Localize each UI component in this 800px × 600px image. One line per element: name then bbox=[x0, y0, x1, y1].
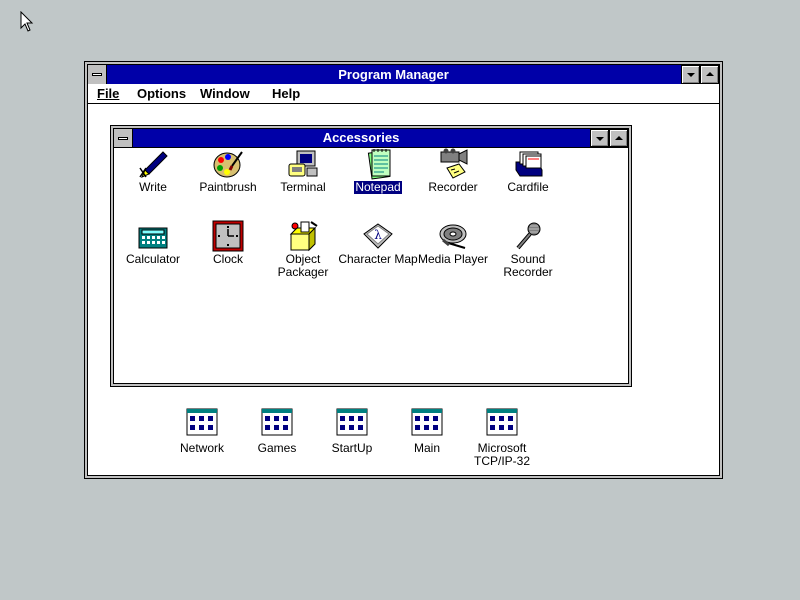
group-label: Network bbox=[179, 441, 224, 455]
program-item-notepad[interactable]: Notepad bbox=[341, 148, 415, 195]
recorder-icon bbox=[440, 148, 468, 179]
program-item-terminal[interactable]: Terminal bbox=[266, 148, 340, 194]
program-item-label: Cardfile bbox=[507, 180, 549, 194]
menu-options[interactable]: Options bbox=[137, 84, 186, 103]
group-icon-microsoft-tcpip[interactable]: Microsoft TCP/IP-32 bbox=[462, 408, 542, 468]
group-label: Microsoft TCP/IP-32 bbox=[473, 441, 530, 468]
notepad-icon bbox=[367, 149, 391, 180]
program-group-icon bbox=[336, 408, 368, 436]
accessories-control-menu-button[interactable] bbox=[114, 129, 133, 147]
menu-window[interactable]: Window bbox=[200, 84, 250, 103]
minimize-arrow-icon bbox=[596, 137, 604, 141]
minimize-button[interactable] bbox=[681, 65, 700, 84]
program-item-label: Sound Recorder bbox=[503, 252, 553, 279]
maximize-arrow-icon bbox=[706, 72, 714, 76]
program-item-label: Terminal bbox=[280, 180, 326, 194]
character-map-icon: λ bbox=[363, 223, 393, 249]
maximize-arrow-icon bbox=[615, 136, 623, 140]
write-icon bbox=[139, 151, 168, 178]
minimize-arrow-icon bbox=[687, 73, 695, 77]
program-item-label: Calculator bbox=[125, 252, 181, 266]
program-item-recorder[interactable]: Recorder bbox=[416, 148, 490, 194]
program-item-paintbrush[interactable]: Paintbrush bbox=[191, 148, 265, 194]
program-manager-titlebar[interactable]: Program Manager bbox=[88, 65, 719, 85]
terminal-icon bbox=[288, 150, 318, 177]
program-item-calculator[interactable]: Calculator bbox=[116, 220, 190, 266]
program-item-label: Write bbox=[139, 180, 167, 194]
program-item-label: Media Player bbox=[417, 252, 489, 266]
group-icon-startup[interactable]: StartUp bbox=[312, 408, 392, 455]
program-item-label: Character Map bbox=[338, 252, 418, 266]
program-item-label: Clock bbox=[212, 252, 243, 266]
group-label: Games bbox=[257, 441, 297, 455]
program-group-icon bbox=[186, 408, 218, 436]
program-item-object-packager[interactable]: Object Packager bbox=[266, 220, 340, 279]
program-item-label: Paintbrush bbox=[199, 180, 257, 194]
accessories-titlebar[interactable]: Accessories bbox=[114, 129, 628, 148]
program-group-icon bbox=[411, 408, 443, 436]
group-label: StartUp bbox=[331, 441, 373, 455]
sound-recorder-icon bbox=[516, 222, 541, 250]
program-item-label: Object Packager bbox=[277, 252, 329, 279]
group-icon-games[interactable]: Games bbox=[237, 408, 317, 455]
object-packager-icon bbox=[289, 221, 318, 252]
group-label: Main bbox=[413, 441, 440, 455]
cardfile-icon bbox=[515, 151, 543, 177]
program-item-cardfile[interactable]: Cardfile bbox=[491, 148, 565, 194]
calculator-icon bbox=[138, 227, 168, 249]
window-title: Program Manager bbox=[338, 67, 449, 82]
clock-icon bbox=[212, 220, 244, 252]
svg-text:λ: λ bbox=[374, 228, 382, 242]
accessories-maximize-button[interactable] bbox=[609, 129, 628, 147]
paintbrush-icon bbox=[213, 151, 243, 178]
program-item-character-map[interactable]: λ Character Map bbox=[336, 220, 420, 266]
group-icon-main[interactable]: Main bbox=[387, 408, 467, 455]
menu-bar: File Options Window Help bbox=[88, 84, 719, 104]
accessories-minimize-button[interactable] bbox=[590, 129, 609, 147]
control-menu-button[interactable] bbox=[88, 65, 107, 84]
mouse-pointer-icon bbox=[20, 11, 34, 32]
program-item-media-player[interactable]: Media Player bbox=[416, 220, 490, 266]
program-group-icon bbox=[486, 408, 518, 436]
menu-file[interactable]: File bbox=[97, 84, 119, 103]
program-item-clock[interactable]: Clock bbox=[191, 220, 265, 266]
group-icon-network[interactable]: Network bbox=[162, 408, 242, 455]
accessories-title: Accessories bbox=[322, 130, 400, 145]
program-item-label: Recorder bbox=[428, 180, 478, 194]
program-item-write[interactable]: Write bbox=[116, 148, 190, 194]
maximize-button[interactable] bbox=[700, 65, 719, 84]
program-group-icon bbox=[261, 408, 293, 436]
program-item-sound-recorder[interactable]: Sound Recorder bbox=[491, 220, 565, 279]
menu-help[interactable]: Help bbox=[272, 84, 300, 103]
program-item-label: Notepad bbox=[353, 180, 403, 195]
media-player-icon bbox=[439, 224, 467, 249]
